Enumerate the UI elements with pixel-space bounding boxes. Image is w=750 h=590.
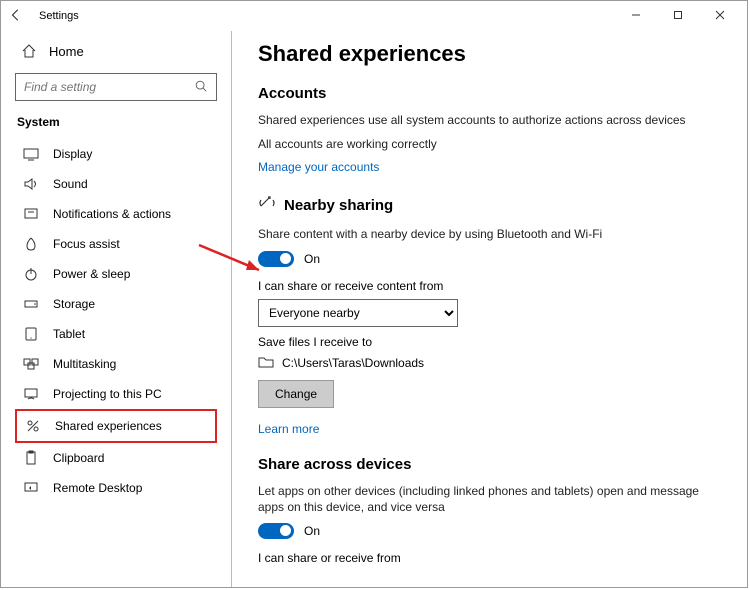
page-title: Shared experiences [258, 41, 721, 67]
sidebar-item-remote-desktop[interactable]: Remote Desktop [15, 473, 217, 503]
folder-icon [258, 355, 274, 372]
sidebar-item-label: Tablet [53, 327, 85, 341]
sidebar-item-label: Notifications & actions [53, 207, 171, 221]
home-icon [21, 43, 37, 59]
sidebar-item-label: Shared experiences [55, 419, 162, 433]
nearby-heading: Nearby sharing [284, 197, 393, 214]
sound-icon [23, 176, 39, 192]
notifications-icon [23, 206, 39, 222]
sidebar-item-sound[interactable]: Sound [15, 169, 217, 199]
remote-desktop-icon [23, 480, 39, 496]
across-desc: Let apps on other devices (including lin… [258, 483, 721, 515]
close-button[interactable] [699, 9, 741, 23]
sidebar-item-label: Remote Desktop [53, 481, 142, 495]
shared-experiences-icon [25, 418, 41, 434]
projecting-icon [23, 386, 39, 402]
display-icon [23, 146, 39, 162]
accounts-heading: Accounts [258, 85, 721, 102]
tablet-icon [23, 326, 39, 342]
across-heading: Share across devices [258, 456, 721, 473]
clipboard-icon [23, 450, 39, 466]
nearby-scope-select[interactable]: Everyone nearby [258, 299, 458, 327]
change-button[interactable]: Change [258, 380, 334, 408]
sidebar-item-projecting[interactable]: Projecting to this PC [15, 379, 217, 409]
window-title: Settings [39, 10, 79, 22]
home-label: Home [49, 44, 84, 59]
sidebar-item-label: Storage [53, 297, 95, 311]
sidebar-item-label: Clipboard [53, 451, 104, 465]
accounts-desc: Shared experiences use all system accoun… [258, 112, 721, 128]
back-button[interactable] [7, 8, 25, 25]
sidebar-item-tablet[interactable]: Tablet [15, 319, 217, 349]
nearby-sharing-icon [258, 194, 276, 216]
sidebar-item-shared-experiences[interactable]: Shared experiences [15, 409, 217, 443]
maximize-button[interactable] [657, 9, 699, 23]
sidebar-item-focus-assist[interactable]: Focus assist [15, 229, 217, 259]
minimize-button[interactable] [615, 9, 657, 23]
sidebar-item-clipboard[interactable]: Clipboard [15, 443, 217, 473]
nearby-save-path: C:\Users\Taras\Downloads [282, 356, 424, 370]
nearby-sharing-toggle[interactable] [258, 251, 294, 267]
focus-assist-icon [23, 236, 39, 252]
sidebar-item-notifications[interactable]: Notifications & actions [15, 199, 217, 229]
search-icon [194, 79, 208, 96]
nearby-desc: Share content with a nearby device by us… [258, 226, 721, 242]
nearby-toggle-state: On [304, 252, 320, 266]
sidebar-item-display[interactable]: Display [15, 139, 217, 169]
sidebar-item-label: Display [53, 147, 92, 161]
sidebar-item-storage[interactable]: Storage [15, 289, 217, 319]
accounts-status: All accounts are working correctly [258, 136, 721, 152]
sidebar-item-label: Sound [53, 177, 88, 191]
learn-more-link[interactable]: Learn more [258, 422, 721, 436]
storage-icon [23, 296, 39, 312]
home-nav[interactable]: Home [15, 37, 217, 65]
nearby-save-label: Save files I receive to [258, 335, 721, 349]
sidebar-item-label: Projecting to this PC [53, 387, 162, 401]
across-devices-toggle[interactable] [258, 523, 294, 539]
sidebar-item-label: Focus assist [53, 237, 120, 251]
sidebar-item-label: Multitasking [53, 357, 116, 371]
power-icon [23, 266, 39, 282]
nearby-scope-label: I can share or receive content from [258, 279, 721, 293]
sidebar-item-multitasking[interactable]: Multitasking [15, 349, 217, 379]
across-scope-label: I can share or receive from [258, 551, 721, 565]
multitasking-icon [23, 356, 39, 372]
across-toggle-state: On [304, 524, 320, 538]
manage-accounts-link[interactable]: Manage your accounts [258, 160, 721, 174]
search-input[interactable] [24, 80, 194, 94]
sidebar-group-label: System [15, 115, 217, 129]
sidebar-item-label: Power & sleep [53, 267, 130, 281]
search-input-container[interactable] [15, 73, 217, 101]
sidebar-item-power[interactable]: Power & sleep [15, 259, 217, 289]
